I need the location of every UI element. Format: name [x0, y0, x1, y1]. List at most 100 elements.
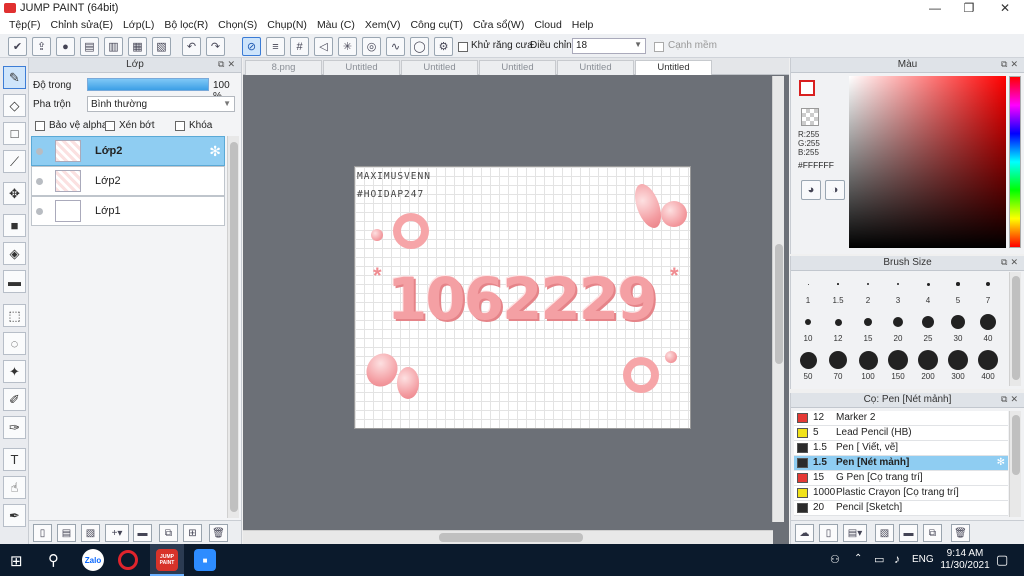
comment-icon[interactable]: ▤ [80, 37, 99, 56]
pen-list-item[interactable]: 15 G Pen [Cọ trang trí] [794, 471, 1008, 486]
grid-ruler-icon[interactable]: # [290, 37, 309, 56]
pen-list-item[interactable]: 1000 Plastic Crayon [Cọ trang trí] [794, 486, 1008, 501]
brush-size-option[interactable]: 300 [943, 350, 973, 381]
artboard[interactable]: MAXIMUSVENN #HOIDAP247 1062229 * * [354, 166, 691, 429]
restore-icon[interactable]: ❐ [952, 0, 986, 17]
export-icon[interactable]: ⇪ [32, 37, 51, 56]
brush-size-option[interactable]: 50 [793, 350, 823, 381]
menu-capture[interactable]: Chụp(N) [262, 17, 312, 34]
panel-window-icons[interactable]: ⧉✕ [218, 59, 238, 70]
layer-scrollbar[interactable] [227, 136, 239, 518]
zalo-icon[interactable]: Zalo [82, 549, 104, 571]
hand-tool-icon[interactable]: ☝ [3, 476, 26, 499]
brush-duplicate-icon[interactable]: ⧉ [923, 524, 942, 542]
brush-size-option[interactable]: 1.5 [823, 274, 853, 305]
close-icon[interactable]: ✕ [988, 0, 1022, 17]
rectangle-tool-icon[interactable]: □ [3, 122, 26, 145]
brush-size-option[interactable]: 200 [913, 350, 943, 381]
select-rect-tool-icon[interactable]: ⬚ [3, 304, 26, 327]
brush-size-option[interactable]: 3 [883, 274, 913, 305]
brush-size-option[interactable]: 10 [793, 312, 823, 343]
brush-size-option[interactable]: 25 [913, 312, 943, 343]
brush-size-option[interactable]: 400 [973, 350, 1003, 381]
chevron-up-icon[interactable]: ⌃ [854, 553, 862, 564]
scroll-thumb[interactable] [439, 533, 583, 542]
tab-untitled-active[interactable]: Untitled [635, 60, 712, 75]
no-ruler-icon[interactable]: ⊘ [242, 37, 261, 56]
duplicate-icon[interactable]: ⧉ [159, 524, 178, 542]
palette-edit-icon[interactable]: ◑ [825, 180, 845, 200]
eraser-tool-icon[interactable]: ◇ [3, 94, 26, 117]
new-text-layer-icon[interactable]: ▧ [81, 524, 100, 542]
bucket-tool-icon[interactable]: ◈ [3, 242, 26, 265]
brush-scrollbar[interactable] [1009, 272, 1021, 386]
new-raster-icon[interactable]: ▤ [57, 524, 76, 542]
menu-edit[interactable]: Chỉnh sửa(E) [46, 17, 118, 34]
transparent-swatch[interactable] [801, 108, 819, 126]
brush-size-option[interactable]: 1 [793, 274, 823, 305]
visibility-icon[interactable] [36, 178, 43, 185]
layer-row[interactable]: Lớp2 [31, 166, 225, 196]
brush-size-option[interactable]: 15 [853, 312, 883, 343]
windows-start-icon[interactable]: ⊞ [10, 552, 23, 570]
adjust-select[interactable]: 18 ▼ [572, 38, 646, 54]
new-brush-icon[interactable]: ▯ [819, 524, 838, 542]
tab-untitled-1[interactable]: Untitled [323, 60, 400, 75]
antialias-checkbox[interactable] [458, 41, 468, 53]
gear-icon[interactable]: ✻ [209, 143, 221, 160]
brush-folder-icon[interactable]: ▬ [899, 524, 918, 542]
menu-view[interactable]: Xem(V) [360, 17, 406, 34]
page-icon[interactable]: ▥ [104, 37, 123, 56]
language-indicator[interactable]: ENG [912, 554, 934, 565]
scroll-thumb[interactable] [775, 244, 783, 364]
scroll-thumb[interactable] [1012, 415, 1020, 475]
brush-tool-icon[interactable]: ✎ [3, 66, 26, 89]
opera-icon[interactable] [118, 550, 138, 570]
parallel-ruler-icon[interactable]: ≡ [266, 37, 285, 56]
network-icon[interactable]: ▭ [874, 553, 884, 566]
undo-icon[interactable]: ↶ [182, 37, 201, 56]
panel-window-icons[interactable]: ⧉✕ [1001, 59, 1021, 70]
brush-size-option[interactable]: 20 [883, 312, 913, 343]
folder-icon[interactable]: ▬ [133, 524, 152, 542]
lasso-tool-icon[interactable]: ◌ [3, 332, 26, 355]
panel-window-icons[interactable]: ⧉✕ [1001, 257, 1021, 268]
notification-icon[interactable]: ▢ [996, 552, 1008, 568]
radial-ruler-icon[interactable]: ✳ [338, 37, 357, 56]
concentric-ruler-icon[interactable]: ◎ [362, 37, 381, 56]
hue-slider[interactable] [1009, 76, 1021, 248]
canvas-hscroll[interactable] [243, 530, 773, 544]
gradient-tool-icon[interactable]: ▬ [3, 270, 26, 293]
zoom-video-icon[interactable]: ■ [194, 549, 216, 571]
cloud-check-icon[interactable]: ✔ [8, 37, 27, 56]
brush-size-option[interactable]: 30 [943, 312, 973, 343]
people-icon[interactable]: ⚇ [830, 553, 840, 566]
brush-size-option[interactable]: 70 [823, 350, 853, 381]
menu-window[interactable]: Cửa sổ(W) [468, 17, 529, 34]
brush-trash-icon[interactable]: 🗑 [951, 524, 970, 542]
opacity-slider[interactable] [87, 78, 209, 91]
brush-size-option[interactable]: 5 [943, 274, 973, 305]
layer-row[interactable]: Lớp2 ✻ [31, 136, 225, 166]
redo-icon[interactable]: ↷ [206, 37, 225, 56]
pen-list-item[interactable]: 5 Lead Pencil (HB) [794, 426, 1008, 441]
brush-size-option[interactable]: 7 [973, 274, 1003, 305]
pen-list-item[interactable]: 1.5 Pen [ Viết, vẽ] [794, 441, 1008, 456]
canvas-vscroll[interactable] [772, 76, 784, 522]
ruler-settings-icon[interactable]: ⚙ [434, 37, 453, 56]
trash-icon[interactable]: 🗑 [209, 524, 228, 542]
volume-icon[interactable]: ♪ [894, 552, 900, 566]
scroll-thumb[interactable] [230, 142, 238, 512]
protect-alpha-checkbox[interactable] [35, 120, 45, 132]
jump-paint-task[interactable]: JUMP PAINT [150, 544, 184, 576]
select-pen-tool-icon[interactable]: ✐ [3, 388, 26, 411]
magic-wand-tool-icon[interactable]: ✦ [3, 360, 26, 383]
add-layer-menu-icon[interactable]: +▾ [105, 524, 129, 542]
visibility-icon[interactable] [36, 148, 43, 155]
minimize-icon[interactable]: — [918, 0, 952, 17]
eyedropper-tool-icon[interactable]: ✒ [3, 504, 26, 527]
menu-filter[interactable]: Bộ lọc(R) [159, 17, 213, 34]
menu-layer[interactable]: Lớp(L) [118, 17, 159, 34]
brush-size-option[interactable]: 40 [973, 312, 1003, 343]
pen-scrollbar[interactable] [1009, 411, 1021, 517]
